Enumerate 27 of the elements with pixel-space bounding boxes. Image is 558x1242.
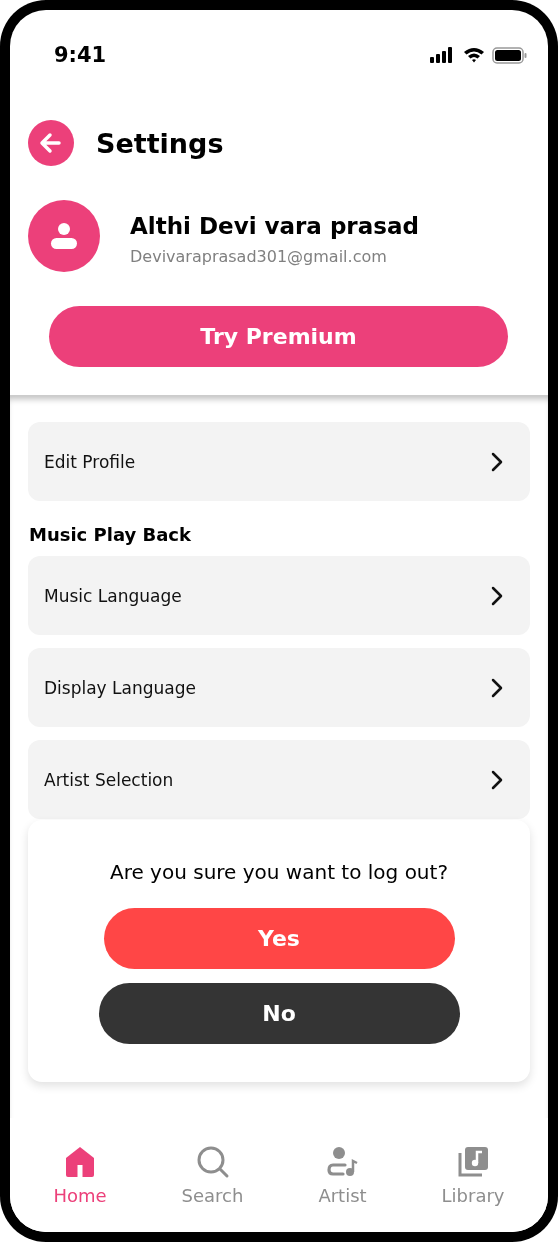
status-time: 9:41 [54, 43, 107, 67]
chevron-icon [490, 450, 504, 473]
user-name: Althi Devi vara prasad [130, 212, 419, 239]
chevron-icon [490, 584, 504, 607]
settings-row[interactable]: Display Language [28, 648, 530, 727]
back-button[interactable] [28, 120, 74, 166]
page-title: Settings [96, 127, 224, 159]
nav-tab[interactable]: Search [181, 1144, 244, 1206]
settings-row[interactable]: Music Language [28, 556, 530, 635]
library-icon [456, 1144, 490, 1179]
wifi-icon [463, 47, 485, 63]
nav-tab[interactable]: Library [441, 1144, 505, 1206]
section-heading: Music Play Back [29, 524, 192, 545]
user-email: Devivaraprasad301@gmail.com [130, 246, 388, 266]
chevron-icon [490, 768, 504, 791]
settings-row[interactable]: Artist Selection [28, 740, 530, 819]
chevron-icon [490, 676, 504, 699]
nav-tab[interactable]: Artist [318, 1144, 367, 1206]
cancel-button[interactable]: No [98, 983, 460, 1044]
battery-icon [492, 46, 528, 64]
dialog-message: Are you sure you want to log out? [110, 860, 448, 884]
artist-icon [325, 1144, 360, 1179]
nav-tab[interactable]: Home [53, 1144, 107, 1206]
search-icon [195, 1144, 230, 1179]
confirm-button[interactable]: Yes [103, 908, 455, 969]
settings-row[interactable]: Edit Profile [28, 422, 530, 501]
premium-button[interactable]: Try Premium [49, 306, 508, 367]
